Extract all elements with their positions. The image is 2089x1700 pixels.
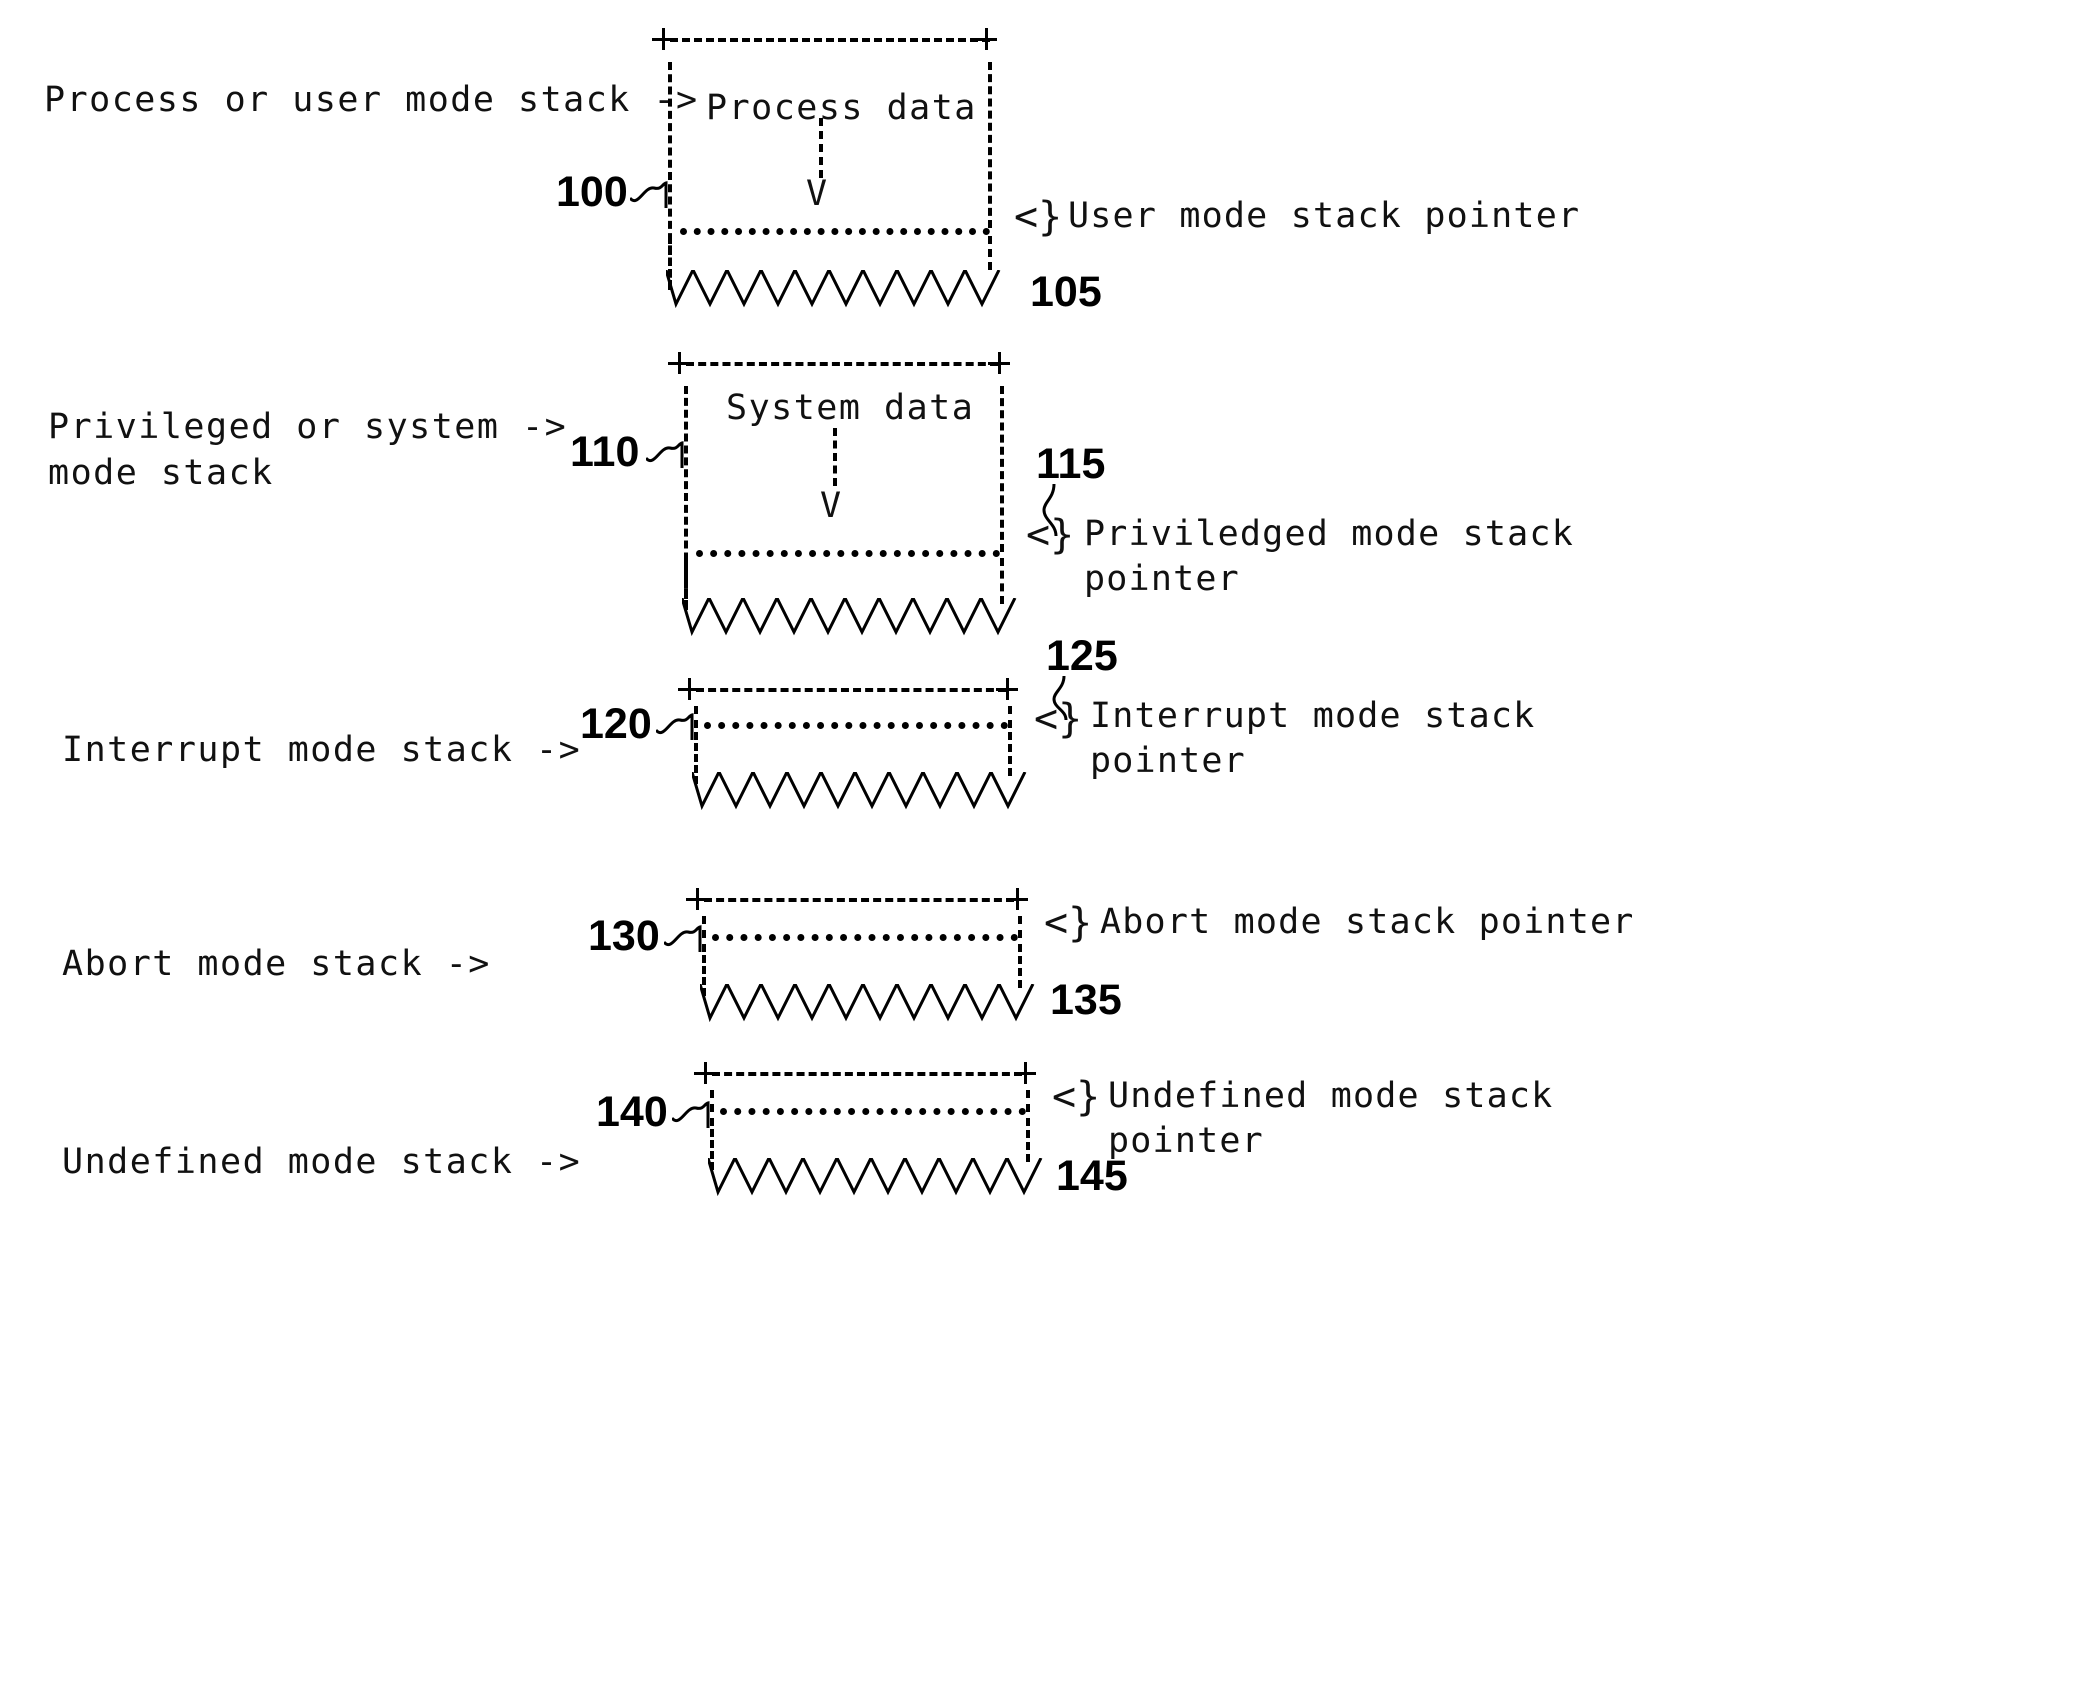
leader-squiggle <box>670 1098 720 1132</box>
left-label-interrupt-mode: Interrupt mode stack -> <box>62 730 582 770</box>
box-wall-right-lower <box>1008 732 1012 776</box>
leader-squiggle <box>644 438 694 472</box>
stack-pointer-row <box>720 1108 1026 1115</box>
stack-bottom-hatch <box>690 768 1032 818</box>
box-top-rule <box>670 38 990 42</box>
box-caption-process-data: Process data <box>706 88 977 128</box>
ref-numeral-125: 125 <box>1046 632 1118 680</box>
stack-bottom-hatch <box>680 594 1022 644</box>
ref-numeral-110: 110 <box>570 428 640 476</box>
box-top-rule <box>696 688 1006 692</box>
left-label-undefined-mode: Undefined mode stack -> <box>62 1142 582 1182</box>
stack-pointer-row <box>712 934 1018 941</box>
stack-bottom-hatch <box>698 980 1040 1030</box>
corner-plus-icon <box>1014 1062 1036 1084</box>
box-wall-right <box>1026 1090 1030 1112</box>
leader-squiggle <box>628 178 678 212</box>
left-label-user-mode: Process or user mode stack -> <box>44 80 699 120</box>
box-wall-right <box>988 62 992 228</box>
box-top-rule <box>686 362 998 366</box>
ref-numeral-120: 120 <box>580 700 652 748</box>
right-label-privileged-mode-stack-pointer: Priviledged mode stack pointer <box>1084 514 1574 599</box>
box-caption-system-data: System data <box>726 388 975 428</box>
stack-bottom-hatch <box>706 1154 1048 1204</box>
ref-numeral-130: 130 <box>588 912 660 960</box>
box-wall-right-lower <box>1026 1118 1030 1162</box>
box-wall-right <box>1000 386 1004 552</box>
ref-numeral-145: 145 <box>1056 1152 1128 1200</box>
corner-plus-icon <box>1006 888 1028 910</box>
ref-numeral-105: 105 <box>1030 268 1102 316</box>
box-wall-right <box>1018 916 1022 938</box>
stack-pointer-row <box>704 722 1008 729</box>
right-label-abort-mode-stack-pointer: Abort mode stack pointer <box>1100 902 1635 942</box>
pointer-bracket-icon: <} <box>1034 696 1083 742</box>
box-wall-right-lower <box>988 236 992 270</box>
corner-plus-icon <box>975 28 997 50</box>
left-label-abort-mode: Abort mode stack -> <box>62 944 491 984</box>
box-top-rule <box>704 898 1014 902</box>
ref-numeral-140: 140 <box>596 1088 668 1136</box>
corner-plus-icon <box>988 352 1010 374</box>
ref-numeral-100: 100 <box>556 168 628 216</box>
pointer-bracket-icon: <} <box>1014 194 1063 240</box>
stack-bottom-hatch <box>664 266 1006 316</box>
pointer-bracket-icon: <} <box>1052 1074 1101 1120</box>
box-wall-right-lower <box>1018 944 1022 988</box>
ref-numeral-135: 135 <box>1050 976 1122 1024</box>
patent-figure: Process or user mode stack -> Process da… <box>0 0 2089 1700</box>
stack-pointer-row <box>680 228 990 235</box>
corner-plus-icon <box>996 678 1018 700</box>
pointer-bracket-icon: <} <box>1026 512 1075 558</box>
right-label-interrupt-mode-stack-pointer: Interrupt mode stack pointer <box>1090 696 1536 781</box>
box-wall-right <box>1008 706 1012 728</box>
right-label-user-mode-stack-pointer: User mode stack pointer <box>1068 196 1581 236</box>
box-top-rule <box>712 1072 1022 1076</box>
growth-arrow-stem <box>819 118 823 178</box>
growth-arrow-head: V <box>820 486 842 526</box>
leader-squiggle <box>662 922 712 956</box>
growth-arrow-stem <box>833 428 837 486</box>
left-label-system-mode: Privileged or system -> mode stack <box>48 407 568 493</box>
ref-numeral-115: 115 <box>1036 440 1106 488</box>
growth-arrow-head: V <box>806 174 828 214</box>
pointer-bracket-icon: <} <box>1044 900 1093 946</box>
stack-pointer-row <box>696 550 1000 557</box>
right-label-undefined-mode-stack-pointer: Undefined mode stack pointer <box>1108 1076 1554 1161</box>
leader-squiggle <box>654 710 704 744</box>
